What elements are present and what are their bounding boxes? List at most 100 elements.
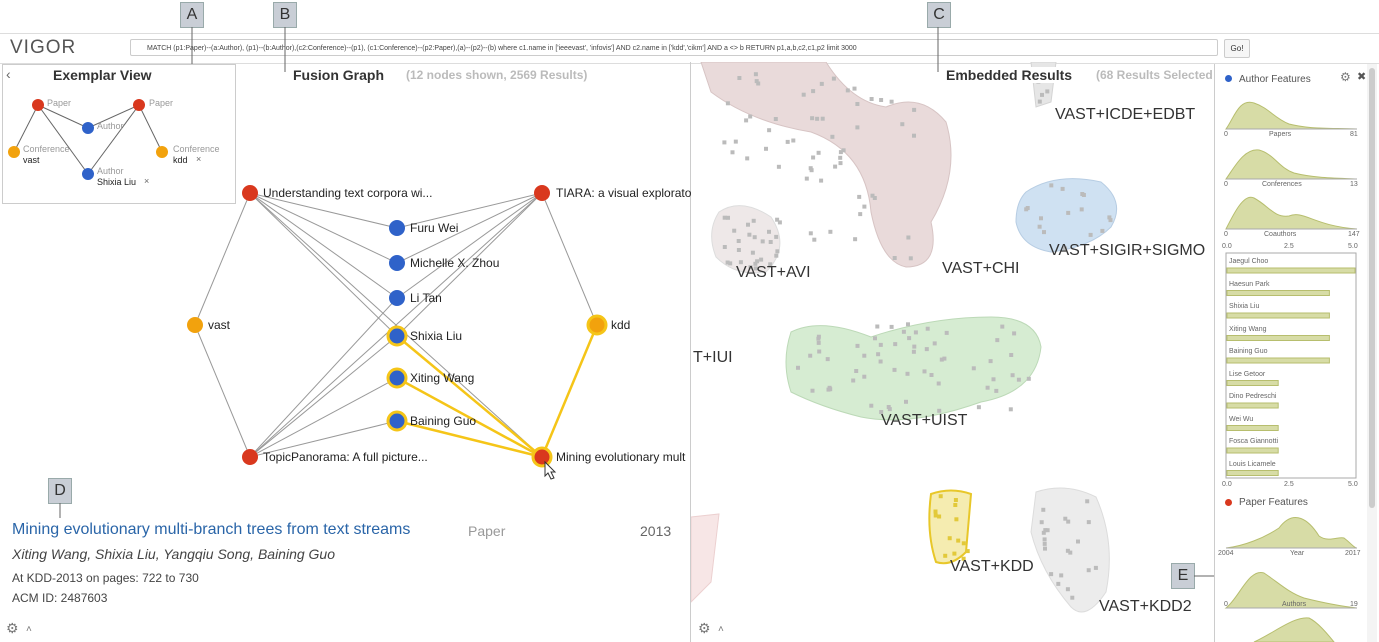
result-point[interactable] xyxy=(1039,216,1043,221)
result-point[interactable] xyxy=(774,234,779,239)
selected-cluster-hull[interactable] xyxy=(928,489,973,565)
author-bar[interactable] xyxy=(1226,380,1279,386)
result-point[interactable] xyxy=(1009,353,1014,357)
result-point[interactable] xyxy=(893,342,898,347)
author-node[interactable] xyxy=(386,410,408,432)
result-point[interactable] xyxy=(862,353,867,358)
author-bar[interactable] xyxy=(1226,335,1330,341)
result-point[interactable] xyxy=(775,217,780,222)
result-point[interactable] xyxy=(1037,224,1042,229)
result-point[interactable] xyxy=(907,336,912,341)
result-point[interactable] xyxy=(937,514,942,519)
result-point[interactable] xyxy=(725,101,730,106)
result-point[interactable] xyxy=(988,359,993,364)
result-point[interactable] xyxy=(808,166,813,171)
result-point[interactable] xyxy=(862,374,867,379)
paper-node[interactable] xyxy=(531,446,553,468)
result-point[interactable] xyxy=(1066,210,1071,215)
result-point[interactable] xyxy=(1040,92,1044,97)
author-bar[interactable] xyxy=(1226,357,1330,364)
result-point[interactable] xyxy=(906,235,911,240)
result-point[interactable] xyxy=(854,369,859,373)
result-point[interactable] xyxy=(1037,99,1042,104)
result-point[interactable] xyxy=(869,403,874,408)
result-point[interactable] xyxy=(925,326,930,331)
result-point[interactable] xyxy=(1026,376,1031,381)
features-scrollbar[interactable] xyxy=(1367,64,1377,642)
result-point[interactable] xyxy=(912,133,916,138)
result-point[interactable] xyxy=(746,222,750,227)
result-point[interactable] xyxy=(841,148,846,153)
result-point[interactable] xyxy=(1012,331,1017,336)
author-bar[interactable] xyxy=(1226,470,1279,476)
result-point[interactable] xyxy=(726,215,730,220)
settings-gear-icon[interactable]: ⚙ xyxy=(698,620,711,637)
result-point[interactable] xyxy=(1060,186,1065,191)
result-point[interactable] xyxy=(870,193,875,198)
result-point[interactable] xyxy=(819,178,824,183)
result-point[interactable] xyxy=(737,76,742,80)
result-point[interactable] xyxy=(733,139,738,144)
result-point[interactable] xyxy=(808,353,813,358)
result-point[interactable] xyxy=(879,98,884,102)
result-point[interactable] xyxy=(752,235,757,240)
scrollbar-thumb[interactable] xyxy=(1369,68,1375,508)
result-point[interactable] xyxy=(1065,548,1070,553)
result-point[interactable] xyxy=(862,204,867,209)
author-node[interactable] xyxy=(389,255,405,271)
result-point[interactable] xyxy=(901,329,906,334)
result-point[interactable] xyxy=(747,232,752,237)
embedded-results-plot[interactable] xyxy=(691,62,1214,642)
result-point[interactable] xyxy=(810,116,815,121)
result-point[interactable] xyxy=(791,138,796,143)
paper-node[interactable] xyxy=(242,449,258,465)
result-point[interactable] xyxy=(1070,595,1075,600)
result-point[interactable] xyxy=(767,128,772,133)
result-point[interactable] xyxy=(924,347,929,352)
paper-node[interactable] xyxy=(534,185,550,201)
author-node[interactable] xyxy=(389,290,405,306)
result-point[interactable] xyxy=(1024,207,1029,212)
result-point[interactable] xyxy=(942,356,947,361)
result-point[interactable] xyxy=(886,405,891,409)
result-point[interactable] xyxy=(911,349,916,354)
result-point[interactable] xyxy=(1049,572,1054,577)
result-point[interactable] xyxy=(1041,507,1046,512)
result-point[interactable] xyxy=(1063,516,1068,521)
result-point[interactable] xyxy=(943,553,948,558)
result-point[interactable] xyxy=(995,338,1000,343)
result-point[interactable] xyxy=(817,349,822,354)
result-point[interactable] xyxy=(754,79,759,84)
settings-gear-icon[interactable]: ⚙ xyxy=(6,620,19,637)
result-point[interactable] xyxy=(1049,183,1054,188)
result-point[interactable] xyxy=(1086,520,1091,525)
result-point[interactable] xyxy=(855,343,860,348)
result-point[interactable] xyxy=(1042,541,1047,546)
result-point[interactable] xyxy=(904,399,908,404)
result-point[interactable] xyxy=(1079,207,1084,212)
result-point[interactable] xyxy=(833,164,838,169)
result-point[interactable] xyxy=(851,378,856,383)
result-point[interactable] xyxy=(1088,232,1093,237)
author-bar[interactable] xyxy=(1226,290,1330,296)
result-point[interactable] xyxy=(889,324,894,329)
result-point[interactable] xyxy=(810,388,815,393)
result-point[interactable] xyxy=(820,116,825,121)
result-point[interactable] xyxy=(748,114,753,119)
result-point[interactable] xyxy=(736,248,741,252)
result-point[interactable] xyxy=(1000,324,1005,329)
result-point[interactable] xyxy=(857,194,862,199)
conference-node[interactable] xyxy=(586,314,608,336)
result-point[interactable] xyxy=(1039,520,1044,525)
result-point[interactable] xyxy=(853,237,858,242)
result-point[interactable] xyxy=(892,367,897,372)
paper-title-link[interactable]: Mining evolutionary multi-branch trees f… xyxy=(12,521,410,539)
result-point[interactable] xyxy=(828,229,833,234)
author-bar[interactable] xyxy=(1226,312,1330,319)
result-point[interactable] xyxy=(1085,499,1090,504)
result-point[interactable] xyxy=(838,155,843,160)
result-point[interactable] xyxy=(744,118,749,123)
result-point[interactable] xyxy=(954,517,959,522)
result-point[interactable] xyxy=(845,88,850,93)
result-point[interactable] xyxy=(858,212,863,217)
